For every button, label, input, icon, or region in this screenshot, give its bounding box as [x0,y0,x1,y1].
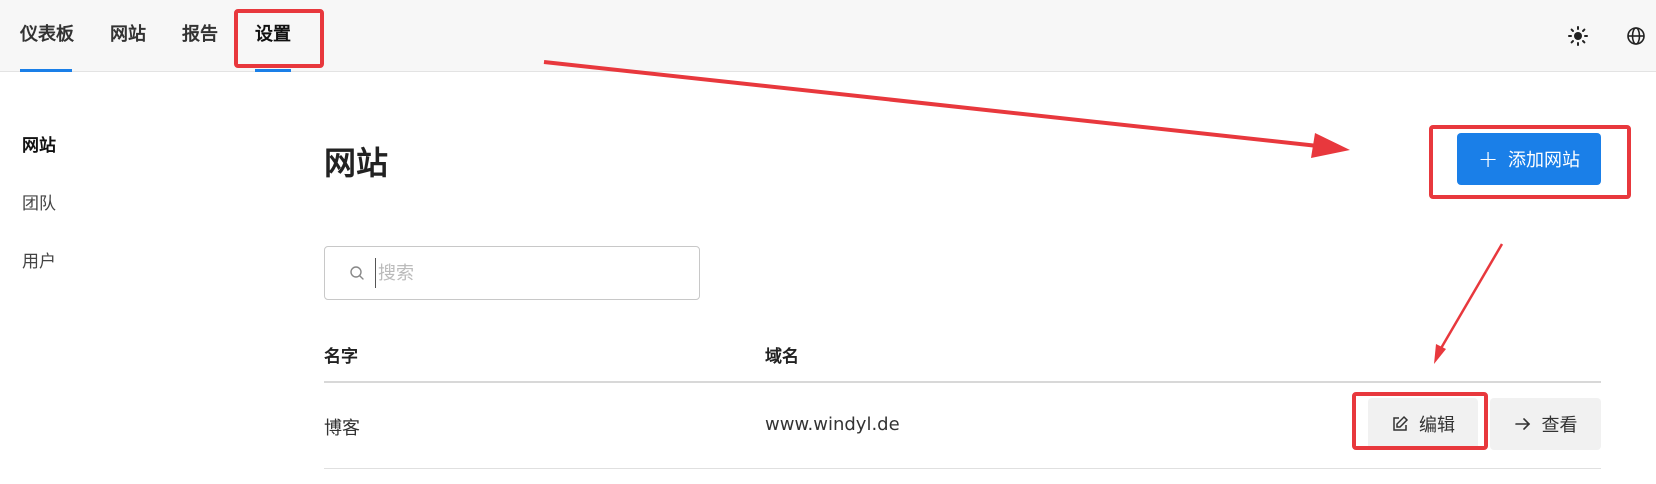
annotation-arrowhead-1 [1311,133,1350,158]
annotation-arrows [543,60,1504,364]
annotation-arrowhead-2 [1434,344,1446,364]
annotation-arrow-line-1 [543,60,1319,148]
annotation-arrow-line-2 [1438,243,1504,351]
